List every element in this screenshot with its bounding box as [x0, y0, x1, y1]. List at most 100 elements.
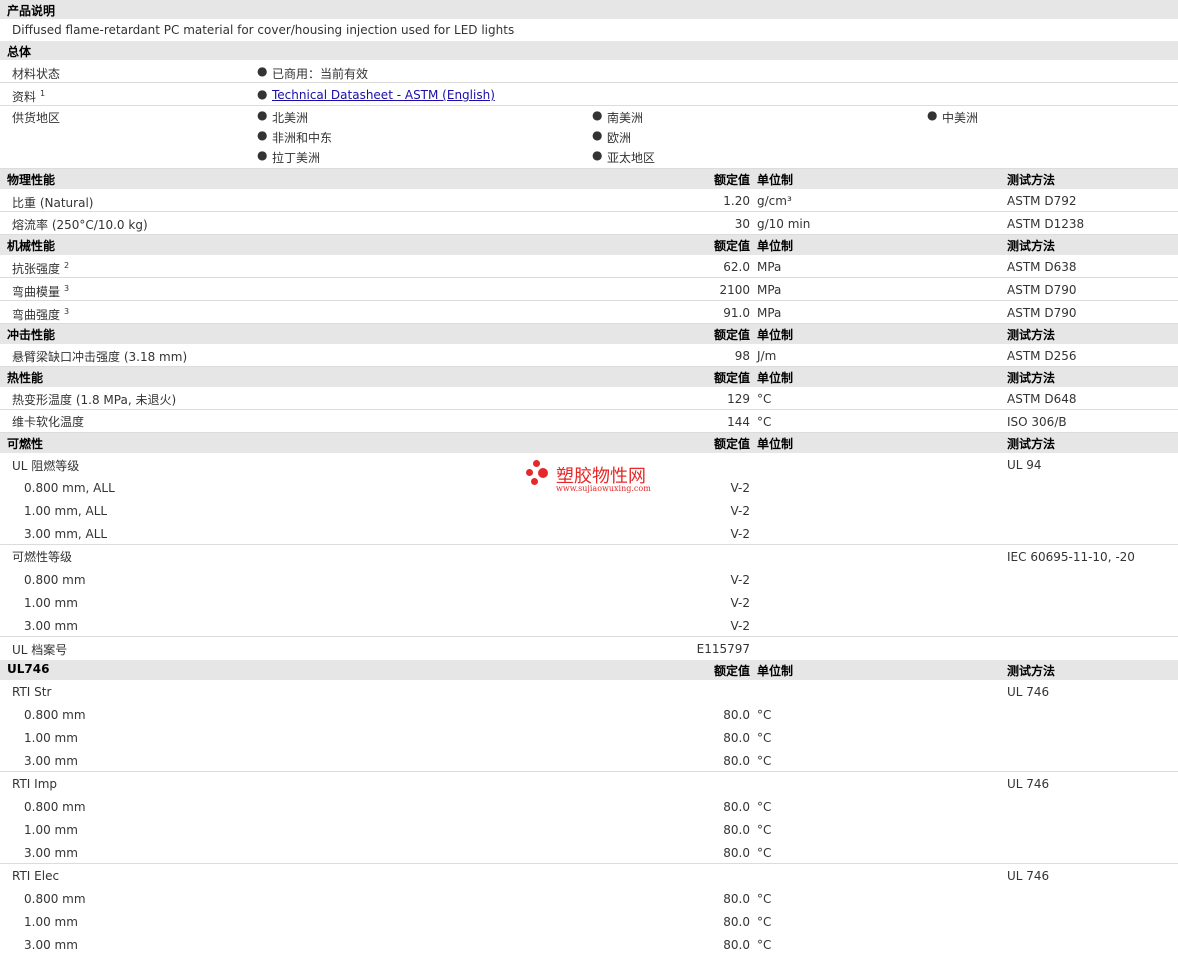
property-name: 1.00 mm: [24, 915, 78, 929]
property-value: 62.0: [723, 260, 750, 274]
technical-datasheet-link[interactable]: Technical Datasheet - ASTM (English): [272, 88, 495, 102]
property-value: 80.0: [723, 800, 750, 814]
property-value: 1.20: [723, 194, 750, 208]
general-supply-row: 供货地区 ● 北美洲 ● 南美洲 ● 中美洲 ● 非洲和中东 ● 欧洲 ● 拉丁…: [0, 106, 1178, 169]
section-ul746: UL746 额定值 单位制 测试方法: [0, 660, 1178, 680]
property-name: UL 阻燃等级: [12, 459, 80, 473]
property-row: 弯曲强度 3 91.0 MPa ASTM D790: [0, 301, 1178, 324]
property-method: ASTM D790: [1007, 306, 1077, 320]
section-title: 机械性能: [7, 239, 56, 253]
header-unit: 单位制: [757, 328, 794, 342]
header-method: 测试方法: [1007, 239, 1056, 253]
property-value: 30: [734, 217, 750, 231]
property-method: UL 94: [1007, 458, 1042, 472]
section-title: 物理性能: [7, 173, 56, 187]
property-unit: °C: [757, 708, 772, 722]
property-unit: g/cm³: [757, 194, 792, 208]
property-value: 80.0: [723, 892, 750, 906]
property-value: 91.0: [723, 306, 750, 320]
property-name: 3.00 mm: [24, 846, 78, 860]
property-value: 80.0: [723, 915, 750, 929]
property-name: 可燃性等级: [12, 550, 73, 564]
property-subrow: 1.00 mm 80.0 °C: [0, 726, 1178, 749]
property-subrow: 3.00 mm 80.0 °C: [0, 841, 1178, 864]
property-method: ASTM D256: [1007, 349, 1077, 363]
property-name: 1.00 mm, ALL: [24, 504, 108, 518]
header-nominal: 额定值: [713, 328, 750, 342]
property-unit: °C: [757, 846, 772, 860]
property-method: ASTM D638: [1007, 260, 1077, 274]
property-group-row: RTI Imp UL 746: [0, 772, 1178, 795]
property-subrow: 1.00 mm V-2: [0, 591, 1178, 614]
property-value: 2100: [719, 283, 750, 297]
bullet-icon: ●: [592, 148, 603, 162]
property-method: ASTM D790: [1007, 283, 1077, 297]
section-title: 产品说明: [7, 4, 56, 18]
status-label: 材料状态: [12, 67, 61, 81]
property-name: RTI Elec: [12, 869, 60, 883]
bullet-icon: ●: [592, 128, 603, 142]
header-nominal: 额定值: [713, 173, 750, 187]
property-name: 1.00 mm: [24, 731, 78, 745]
property-group-row: 可燃性等级 IEC 60695-11-10, -20: [0, 545, 1178, 568]
property-row: 维卡软化温度 144 °C ISO 306/B: [0, 410, 1178, 433]
region-item: 北美洲: [272, 111, 309, 125]
property-name: 比重 (Natural): [12, 196, 94, 210]
property-subrow: 3.00 mm, ALL V-2: [0, 522, 1178, 545]
property-value: 129: [727, 392, 750, 406]
property-value: V-2: [730, 596, 750, 610]
property-unit: J/m: [757, 349, 777, 363]
general-status-row: 材料状态 ● 已商用：当前有效: [0, 60, 1178, 83]
property-value: V-2: [730, 573, 750, 587]
property-group-row: RTI Elec UL 746: [0, 864, 1178, 887]
property-name: 熔流率 (250°C/10.0 kg): [12, 218, 148, 232]
property-unit: g/10 min: [757, 217, 811, 231]
property-name: 抗张强度 2: [12, 261, 70, 276]
section-impact: 冲击性能 额定值 单位制 测试方法: [0, 324, 1178, 344]
header-unit: 单位制: [757, 239, 794, 253]
property-unit: °C: [757, 938, 772, 952]
property-subrow: 3.00 mm 80.0 °C: [0, 933, 1178, 956]
property-subrow: 1.00 mm 80.0 °C: [0, 910, 1178, 933]
property-unit: °C: [757, 915, 772, 929]
property-value: 80.0: [723, 708, 750, 722]
property-name: 热变形温度 (1.8 MPa, 未退火): [12, 393, 177, 407]
section-thermal: 热性能 额定值 单位制 测试方法: [0, 367, 1178, 387]
property-method: ASTM D1238: [1007, 217, 1085, 231]
property-row: 抗张强度 2 62.0 MPa ASTM D638: [0, 255, 1178, 278]
property-unit: °C: [757, 392, 772, 406]
property-value: V-2: [730, 527, 750, 541]
property-subrow: 1.00 mm 80.0 °C: [0, 818, 1178, 841]
property-name: RTI Str: [12, 685, 52, 699]
product-description: Diffused flame-retardant PC material for…: [12, 23, 515, 37]
property-name: 弯曲模量 3: [12, 284, 70, 299]
property-method: IEC 60695-11-10, -20: [1007, 550, 1135, 564]
property-method: UL 746: [1007, 685, 1050, 699]
property-unit: MPa: [757, 283, 782, 297]
region-item: 拉丁美洲: [272, 151, 321, 165]
header-method: 测试方法: [1007, 437, 1056, 451]
section-title: 冲击性能: [7, 328, 56, 342]
property-row: 比重 (Natural) 1.20 g/cm³ ASTM D792: [0, 189, 1178, 212]
header-unit: 单位制: [757, 664, 794, 678]
property-subrow: 1.00 mm, ALL V-2: [0, 499, 1178, 522]
section-title: UL746: [7, 662, 50, 676]
property-value: 80.0: [723, 754, 750, 768]
property-value: E115797: [696, 642, 750, 656]
section-general: 总体: [0, 41, 1178, 60]
property-name: 维卡软化温度: [12, 415, 85, 429]
header-method: 测试方法: [1007, 328, 1056, 342]
property-name: 0.800 mm: [24, 573, 86, 587]
property-row: 悬臂梁缺口冲击强度 (3.18 mm) 98 J/m ASTM D256: [0, 344, 1178, 367]
region-item: 亚太地区: [607, 151, 656, 165]
header-nominal: 额定值: [713, 437, 750, 451]
property-row: UL 档案号 E115797: [0, 637, 1178, 660]
property-unit: °C: [757, 823, 772, 837]
header-nominal: 额定值: [713, 371, 750, 385]
property-value: V-2: [730, 619, 750, 633]
property-name: 0.800 mm: [24, 708, 86, 722]
property-name: RTI Imp: [12, 777, 57, 791]
header-method: 测试方法: [1007, 173, 1056, 187]
header-nominal: 额定值: [713, 239, 750, 253]
property-unit: MPa: [757, 306, 782, 320]
